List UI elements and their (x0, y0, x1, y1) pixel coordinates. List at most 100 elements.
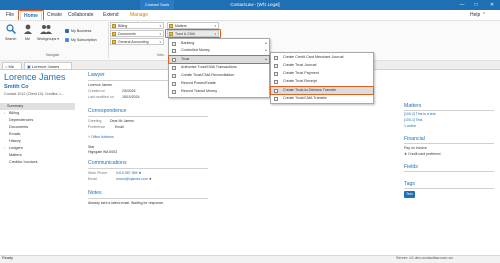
search-icon (6, 24, 16, 34)
tab-file[interactable]: File (6, 11, 14, 20)
information-group-label: Infor... (157, 53, 167, 57)
menu-item-banking[interactable]: Banking ▸ (169, 40, 269, 47)
greeting-value: Dear Mr James (110, 119, 134, 123)
created-label: Created on (88, 89, 106, 93)
work-phone-link[interactable]: 0415 587 958 ★ (116, 171, 142, 175)
submenu-trust-journal-label: Create Trust Journal (283, 63, 317, 67)
nav-creditor-invoices[interactable]: Creditor Invoices (0, 159, 75, 166)
nav-matters[interactable]: Matters (0, 152, 75, 159)
submenu-credit-card-journal-label: Create Credit Card Merchant Journal (283, 55, 344, 59)
workgroups-button[interactable]: Workgroups ▾ (37, 37, 59, 41)
section-divider (88, 198, 208, 199)
nav-dependencies[interactable]: Dependencies (0, 117, 75, 124)
menu-item-reconciliation-label: Create Trust/CMA Reconciliation (181, 73, 235, 77)
menu-item-transit-money-label: Record Transit Money (181, 89, 218, 93)
close-button[interactable]: ✕ (486, 0, 498, 10)
menu-item-record-transit-money[interactable]: Record Transit Money (169, 88, 269, 95)
section-divider (404, 110, 494, 111)
work-phone-value: 0415 587 958 (116, 171, 138, 175)
work-phone-label: Work Phone (88, 171, 108, 175)
trust-to-debtors-highlight (270, 86, 374, 95)
general-accounting-dropdown[interactable]: General Accounting ▾ (110, 38, 164, 45)
help-link[interactable]: Help ⌃ (470, 11, 486, 20)
matter-link-3[interactable]: 1 active (404, 124, 416, 128)
chevron-right-icon: ▸ (265, 41, 267, 45)
notes-heading: Notes (88, 190, 102, 196)
office-address-toggle[interactable]: ˅ Office Address (88, 135, 114, 139)
submenu-trust-cma-transfer[interactable]: Create Trust/CMA Transfer (271, 95, 373, 102)
menu-item-create-reconciliation[interactable]: Create Trust/CMA Reconciliation (169, 72, 269, 79)
section-divider (404, 143, 494, 144)
contact-icon: ▣ (27, 64, 31, 69)
window-title: ContactLaw - [Wf1 Legal] (230, 2, 280, 7)
tag-badge[interactable]: Test (404, 191, 415, 198)
fields-heading: Fields (404, 164, 418, 170)
submenu-trust-journal[interactable]: Create Trust Journal (271, 62, 373, 69)
submenu-trust-payment-label: Create Trust Payment (283, 71, 319, 75)
tab-manage[interactable]: Manage (130, 11, 148, 20)
submenu-credit-card-journal[interactable]: Create Credit Card Merchant Journal (271, 54, 373, 61)
my-subscription-icon (65, 38, 69, 42)
my-subscription-button[interactable]: My Subscription (71, 38, 97, 42)
contact-reference: Contact 1012 (Client 10): Creditor, L... (4, 92, 65, 96)
me-button[interactable]: Me (25, 37, 30, 41)
documents-dropdown[interactable]: Documents ▾ (110, 30, 164, 37)
doc-tab-lorence-james[interactable]: ▣ Lorence James (24, 62, 72, 70)
general-accounting-label: General Accounting (118, 40, 149, 44)
nav-documents[interactable]: Documents (0, 124, 75, 131)
nav-summary[interactable]: Summary (0, 103, 75, 110)
pay-on-value: Pay on invoice (404, 146, 427, 150)
office-address-label: Office Address (91, 135, 114, 139)
tab-create[interactable]: Create (47, 11, 62, 20)
submenu-trust-payment[interactable]: Create Trust Payment (271, 70, 373, 77)
person-icon (24, 24, 32, 34)
tab-extend[interactable]: Extend (103, 11, 119, 20)
menu-item-authorise-transactions[interactable]: Authorise Trust/CMA Transactions (169, 64, 269, 71)
address-city: Highgate WA 6003 (88, 150, 118, 154)
card-preference: ★ Credit card preferred (404, 152, 440, 156)
section-divider (88, 116, 208, 117)
submenu-trust-receipt-label: Create Trust Receipt (283, 79, 317, 83)
section-divider (88, 168, 208, 169)
lawyer-heading: Lawyer (88, 72, 105, 78)
transfer-icon (274, 96, 278, 101)
folder-icon (169, 24, 173, 28)
nav-emails[interactable]: Emails (0, 131, 75, 138)
nav-ledgers[interactable]: › Ledgers (0, 145, 75, 152)
workgroups-icon (40, 25, 52, 34)
email-link[interactable]: lomon@xjames.com ★ (116, 177, 152, 181)
billing-dropdown[interactable]: Billing ▾ (110, 22, 164, 29)
minimize-button[interactable]: — (456, 0, 468, 10)
contact-company[interactable]: Smith Co (4, 84, 29, 90)
nav-history[interactable]: History (0, 138, 75, 145)
lawyer-name: Lorence James (88, 83, 112, 87)
help-label: Help (470, 12, 481, 18)
tab-collaborate[interactable]: Collaborate (68, 11, 94, 20)
submenu-trust-receipt[interactable]: Create Trust Receipt (271, 78, 373, 85)
email-label: Email (88, 177, 97, 181)
chevron-down-icon: ▾ (159, 24, 161, 28)
folder-icon (112, 40, 116, 44)
bank-icon (172, 41, 176, 46)
menu-item-record-power-estate[interactable]: Record Power/Estate (169, 80, 269, 87)
contact-tools-context-tab[interactable]: Contact Tools (140, 0, 174, 10)
status-text: Ready (2, 256, 13, 260)
star-icon: ★ (404, 152, 408, 156)
record-icon (172, 89, 176, 94)
doc-tab-me[interactable]: ⌂ Me (2, 62, 22, 70)
menu-item-controlled-money[interactable]: Controlled Money ▸ (169, 47, 269, 54)
matter-link-2[interactable]: [100-1] Test. (404, 118, 423, 122)
matter-link-1[interactable]: [100-2] This is a test. (404, 112, 436, 116)
star-icon: ★ (138, 171, 142, 175)
home-icon: ⌂ (5, 64, 8, 69)
nav-billing[interactable]: › Billing (0, 110, 75, 117)
my-business-button[interactable]: My Business (71, 29, 91, 33)
journal-icon (274, 55, 278, 60)
matters-dropdown[interactable]: Matters ▾ (167, 22, 219, 29)
preference-value: Email (115, 125, 124, 129)
star-icon: ★ (148, 177, 152, 181)
search-button[interactable]: Search (5, 37, 16, 41)
maximize-button[interactable]: □ (470, 0, 482, 10)
money-icon (172, 48, 176, 53)
modified-label: Last modified on (88, 95, 114, 99)
